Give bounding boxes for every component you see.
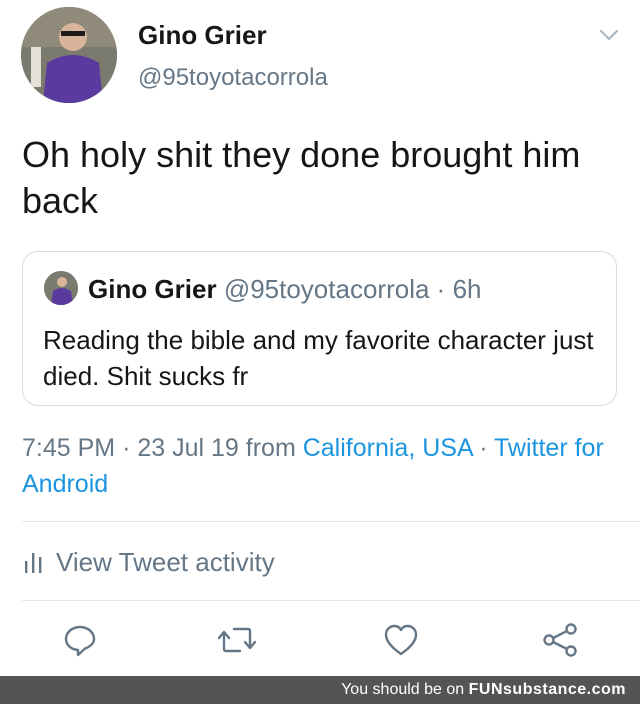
avatar-photo: [21, 7, 117, 103]
quoted-author-avatar: [44, 271, 78, 305]
watermark-prefix: You should be on: [341, 681, 465, 698]
meta-separator: ·: [479, 434, 488, 462]
retweet-icon[interactable]: [217, 620, 257, 660]
quoted-separator: ·: [436, 274, 446, 304]
quoted-author-name: Gino Grier: [88, 274, 217, 304]
divider: [22, 600, 640, 601]
tweet-action-bar: [0, 620, 640, 666]
quoted-tweet-card[interactable]: Gino Grier @95toyotacorrola · 6h Reading…: [22, 251, 617, 406]
quoted-tweet-header: Gino Grier @95toyotacorrola · 6h: [88, 274, 482, 305]
tweet-text: Oh holy shit they done brought him back: [22, 134, 581, 221]
chevron-down-icon[interactable]: [598, 24, 620, 46]
watermark-brand-a: FUN: [468, 681, 504, 698]
author-avatar[interactable]: [21, 7, 117, 103]
tweet-date: 23 Jul 19: [137, 434, 239, 462]
watermark-suffix: .com: [586, 681, 626, 698]
quoted-tweet-age: 6h: [452, 274, 482, 304]
meta-separator: ·: [122, 434, 131, 462]
location-link[interactable]: California, USA: [303, 434, 473, 462]
reply-icon[interactable]: [60, 620, 100, 660]
watermark-logo: FUNsubstance.com: [469, 681, 626, 698]
from-label: from: [245, 434, 296, 462]
view-tweet-activity-link[interactable]: View Tweet activity: [22, 545, 275, 579]
tweet-metadata: 7:45 PM · 23 Jul 19 from California, USA…: [22, 430, 622, 502]
author-name[interactable]: Gino Grier: [138, 20, 267, 51]
view-tweet-activity-label: View Tweet activity: [56, 546, 275, 577]
author-handle[interactable]: @95toyotacorrola: [138, 64, 328, 92]
watermark-banner: You should be on FUNsubstance.com: [0, 676, 640, 704]
quoted-author-handle: @95toyotacorrola: [223, 274, 430, 304]
share-icon[interactable]: [540, 620, 580, 660]
watermark-brand-b: substance: [503, 681, 587, 698]
bar-chart-icon: [25, 553, 42, 573]
tweet-time: 7:45 PM: [22, 434, 116, 462]
quoted-tweet-text: Reading the bible and my favorite charac…: [43, 325, 594, 391]
like-icon[interactable]: [381, 620, 421, 660]
divider: [22, 521, 640, 522]
